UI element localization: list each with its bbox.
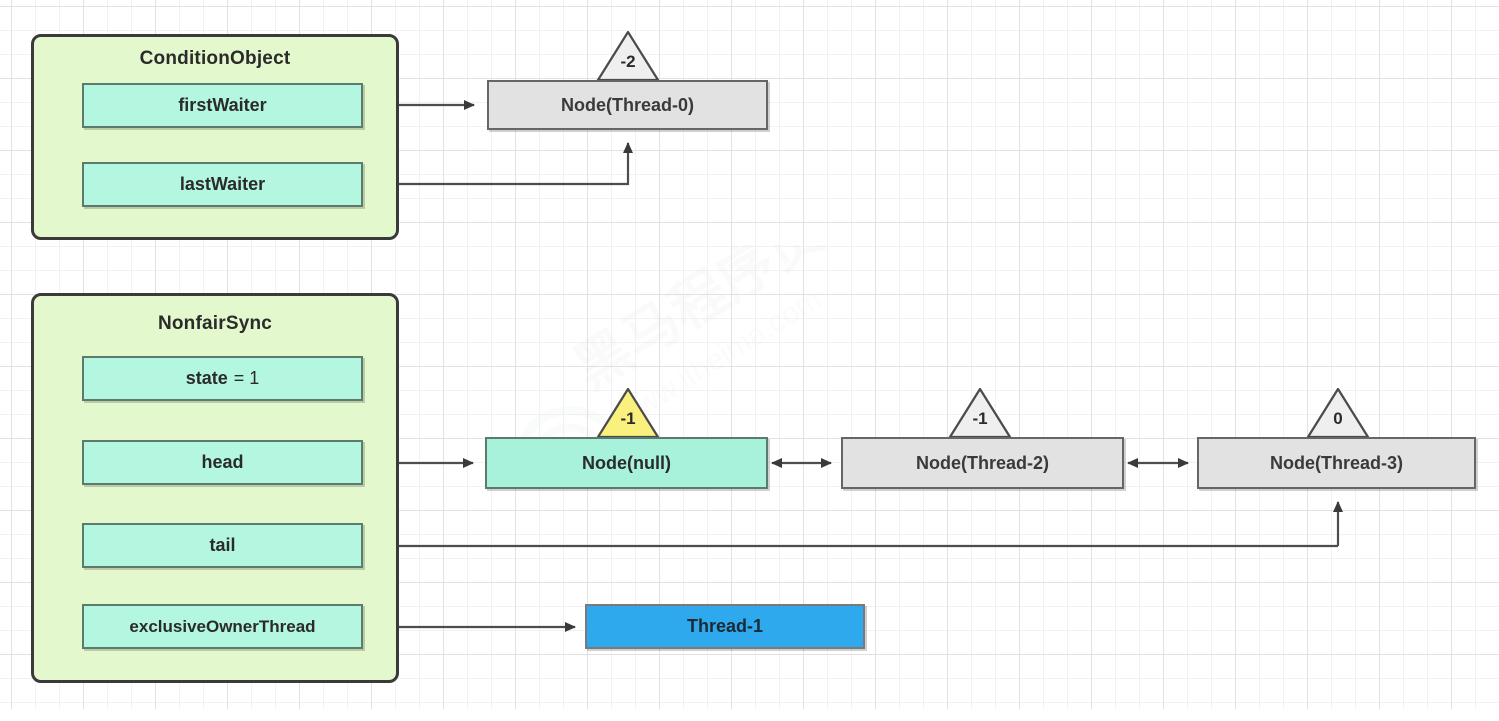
field-first-waiter[interactable]: firstWaiter — [82, 83, 363, 128]
wait-status-triangle-node-thread3: 0 — [1306, 387, 1370, 439]
node-thread-3-label: Node(Thread-3) — [1269, 452, 1403, 473]
wait-status-value-node-null: -1 — [620, 409, 636, 428]
nonfair-sync-title: NonfairSync — [157, 313, 273, 334]
owner-thread-box[interactable]: Thread-1 — [585, 604, 865, 649]
wait-status-value-node-thread3: 0 — [1333, 409, 1343, 428]
svg-text:黑马程序员: 黑马程序员 — [563, 245, 835, 403]
node-null-label: Node(null) — [582, 452, 671, 473]
field-last-waiter-label: lastWaiter — [179, 174, 266, 194]
node-thread-2-label: Node(Thread-2) — [915, 452, 1049, 473]
field-head-label: head — [201, 452, 244, 472]
field-exclusive-owner-thread[interactable]: exclusiveOwnerThread — [82, 604, 363, 649]
field-state-value: = 1 — [233, 368, 260, 388]
node-thread-0-label: Node(Thread-0) — [560, 94, 694, 115]
node-thread-0[interactable]: Node(Thread-0) — [487, 80, 768, 130]
field-tail[interactable]: tail — [82, 523, 363, 568]
wait-status-triangle-node-null: -1 — [596, 387, 660, 439]
owner-thread-label: Thread-1 — [686, 616, 764, 636]
node-thread-3[interactable]: Node(Thread-3) — [1197, 437, 1476, 489]
field-state-label: state — [185, 368, 228, 388]
field-state[interactable]: state = 1 — [82, 356, 363, 401]
canvas-bottom-edge — [0, 709, 1499, 721]
field-last-waiter[interactable]: lastWaiter — [82, 162, 363, 207]
condition-object-container: ConditionObject — [31, 34, 399, 240]
field-tail-label: tail — [209, 535, 236, 555]
field-exclusive-owner-thread-label: exclusiveOwnerThread — [129, 616, 316, 636]
diagram-canvas: 黑马程序员 www.itheima.com ConditionObject fi… — [0, 0, 1499, 721]
wait-status-value-node-thread0: -2 — [620, 52, 636, 71]
wait-status-value-node-thread2: -1 — [972, 409, 988, 428]
watermark: 黑马程序员 www.itheima.com — [430, 199, 900, 519]
field-first-waiter-label: firstWaiter — [178, 95, 267, 115]
node-null[interactable]: Node(null) — [485, 437, 768, 489]
wait-status-triangle-node-thread2: -1 — [948, 387, 1012, 439]
wait-status-triangle-node-thread0: -2 — [596, 30, 660, 82]
connector-lastwaiter-to-node-thread0 — [363, 142, 633, 186]
field-head[interactable]: head — [82, 440, 363, 485]
node-thread-2[interactable]: Node(Thread-2) — [841, 437, 1124, 489]
condition-object-title: ConditionObject — [139, 48, 291, 69]
